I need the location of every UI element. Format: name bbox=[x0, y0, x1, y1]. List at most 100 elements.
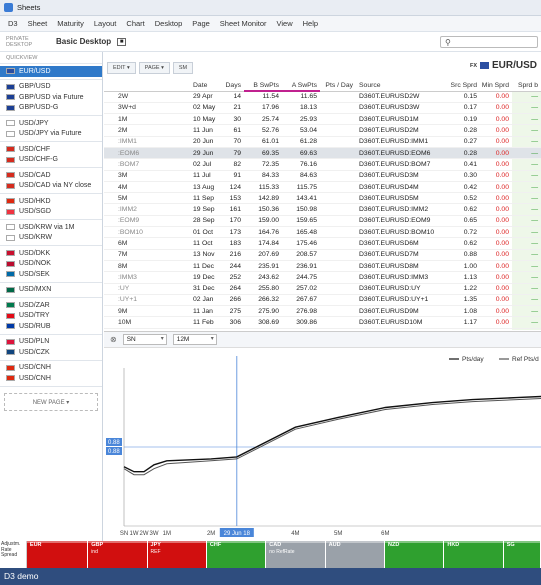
cell-bid-swap-points[interactable]: 159.00 bbox=[244, 215, 282, 228]
cell-points-per-day[interactable] bbox=[320, 203, 356, 216]
cell-ask-swap-points[interactable]: 69.63 bbox=[282, 147, 320, 160]
cell-tenor[interactable]: :UY bbox=[104, 283, 190, 295]
table-row[interactable]: 2W 29 Apr 14 11.54 11.65 D360T.EURUSD2W 0.15 0.… bbox=[104, 91, 541, 103]
cell-date[interactable]: 19 Sep bbox=[190, 203, 220, 216]
table-row[interactable]: :UY+1 02 Jan 266 266.32 267.67 D360T.EURUSD:U… bbox=[104, 294, 541, 307]
cell-ask-swap-points[interactable]: 244.75 bbox=[282, 271, 320, 284]
footer-cell-nzd[interactable]: NZD bbox=[384, 541, 445, 568]
sidebar-item-usd-jpy[interactable]: USD/JPY bbox=[0, 118, 102, 129]
cell-days[interactable]: 153 bbox=[220, 192, 244, 205]
cell-date[interactable]: 29 Jun bbox=[190, 147, 220, 160]
cell-min-spread[interactable]: 0.00 bbox=[480, 203, 512, 216]
cell-spread-b[interactable]: — bbox=[512, 102, 541, 115]
cell-spread-b[interactable]: — bbox=[512, 136, 541, 148]
cell-spread-b[interactable]: — bbox=[512, 180, 541, 194]
cell-min-spread[interactable]: 0.00 bbox=[480, 226, 512, 239]
cell-ask-swap-points[interactable]: 338.93 bbox=[282, 328, 320, 330]
cell-source-spread[interactable]: 0.42 bbox=[444, 180, 480, 194]
cell-source-spread[interactable]: 0.72 bbox=[444, 226, 480, 239]
table-row[interactable]: :IMM2 19 Sep 161 150.36 150.98 D360T.EURUSD:I… bbox=[104, 203, 541, 216]
cell-points-per-day[interactable] bbox=[320, 102, 356, 115]
cell-bid-swap-points[interactable]: 61.01 bbox=[244, 136, 282, 148]
cell-days[interactable]: 124 bbox=[220, 180, 244, 194]
cell-source-spread[interactable]: 1.08 bbox=[444, 305, 480, 318]
cell-ask-swap-points[interactable]: 150.98 bbox=[282, 203, 320, 216]
cell-date[interactable]: 11 Sep bbox=[190, 192, 220, 205]
cell-spread-b[interactable]: — bbox=[512, 124, 541, 137]
cell-source[interactable]: D360T.EURUSD6M bbox=[356, 237, 444, 250]
cell-min-spread[interactable]: 0.00 bbox=[480, 147, 512, 160]
sidebar-item-usd-pln[interactable]: USD/PLN bbox=[0, 337, 102, 348]
desktop-name[interactable]: Basic Desktop bbox=[56, 37, 111, 46]
cell-points-per-day[interactable] bbox=[320, 283, 356, 295]
column-header-pts-day[interactable]: Pts / Day bbox=[320, 80, 356, 92]
cell-days[interactable]: 264 bbox=[220, 283, 244, 295]
sidebar-item-usd-nok[interactable]: USD/NOK bbox=[0, 259, 102, 270]
menu-item-maturity[interactable]: Maturity bbox=[52, 19, 89, 28]
cell-points-per-day[interactable] bbox=[320, 170, 356, 182]
cell-points-per-day[interactable] bbox=[320, 215, 356, 228]
cell-tenor[interactable]: 8M bbox=[104, 260, 190, 273]
menu-item-sheet[interactable]: Sheet bbox=[23, 19, 53, 28]
cell-tenor[interactable]: 6M bbox=[104, 237, 190, 250]
table-row[interactable]: :EOM6 29 Jun 79 69.35 69.63 D360T.EURUSD:EOM6… bbox=[104, 147, 541, 160]
cell-spread-b[interactable]: — bbox=[512, 113, 541, 126]
cell-min-spread[interactable]: 0.00 bbox=[480, 170, 512, 182]
cell-tenor[interactable]: 1M bbox=[104, 113, 190, 126]
cell-date[interactable]: 02 Jul bbox=[190, 158, 220, 171]
cell-date[interactable]: 13 Nov bbox=[190, 248, 220, 261]
cell-tenor[interactable]: 2W bbox=[104, 91, 190, 103]
cell-min-spread[interactable]: 0.00 bbox=[480, 248, 512, 261]
cell-source-spread[interactable]: 1.32 bbox=[444, 328, 480, 330]
cell-ask-swap-points[interactable]: 208.57 bbox=[282, 248, 320, 261]
cell-spread-b[interactable]: — bbox=[512, 248, 541, 261]
cell-source[interactable]: D360T.EURUSD8M bbox=[356, 260, 444, 273]
cell-tenor[interactable]: 4M bbox=[104, 180, 190, 194]
cell-date[interactable]: 02 May bbox=[190, 102, 220, 115]
cell-spread-b[interactable]: — bbox=[512, 294, 541, 307]
menu-item-layout[interactable]: Layout bbox=[89, 19, 122, 28]
new-page-button[interactable]: NEW PAGE ▾ bbox=[4, 392, 98, 411]
cell-spread-b[interactable]: — bbox=[512, 260, 541, 273]
menu-item-chart[interactable]: Chart bbox=[121, 19, 149, 28]
cell-bid-swap-points[interactable]: 11.54 bbox=[244, 91, 282, 103]
cell-bid-swap-points[interactable]: 150.36 bbox=[244, 203, 282, 216]
cell-bid-swap-points[interactable]: 308.69 bbox=[244, 316, 282, 329]
cell-days[interactable]: 173 bbox=[220, 226, 244, 239]
cell-ask-swap-points[interactable]: 115.75 bbox=[282, 180, 320, 194]
cell-source[interactable]: D360T.EURUSD:IMM3 bbox=[356, 271, 444, 284]
cell-ask-swap-points[interactable]: 175.46 bbox=[282, 237, 320, 250]
sidebar-item-usd-sgd[interactable]: USD/SGD bbox=[0, 207, 102, 218]
cell-ask-swap-points[interactable]: 309.86 bbox=[282, 316, 320, 329]
cell-days[interactable]: 306 bbox=[220, 316, 244, 329]
table-row[interactable]: :IMM1 20 Jun 70 61.01 61.28 D360T.EURUSD:IMM1… bbox=[104, 136, 541, 148]
table-row[interactable]: 9M 11 Jan 275 275.90 276.98 D360T.EURUSD9M 1.0… bbox=[104, 305, 541, 318]
cell-date[interactable]: 20 Jun bbox=[190, 136, 220, 148]
cell-source-spread[interactable]: 0.19 bbox=[444, 113, 480, 126]
cell-source[interactable]: D360T.EURUSD7M bbox=[356, 248, 444, 261]
cell-min-spread[interactable]: 0.00 bbox=[480, 102, 512, 115]
cell-date[interactable]: 11 Dec bbox=[190, 260, 220, 273]
cell-source-spread[interactable]: 0.41 bbox=[444, 158, 480, 171]
cell-tenor[interactable]: 10M bbox=[104, 316, 190, 329]
cell-tenor[interactable]: 11M bbox=[104, 328, 190, 330]
cell-tenor[interactable]: :IMM2 bbox=[104, 203, 190, 216]
footer-cell-sg[interactable]: SG bbox=[503, 541, 541, 568]
cell-source[interactable]: D360T.EURUSD:BOM10 bbox=[356, 226, 444, 239]
cell-days[interactable]: 14 bbox=[220, 91, 244, 103]
table-row[interactable]: :BOM10 01 Oct 173 164.76 165.48 D360T.EURUSD:… bbox=[104, 226, 541, 239]
sidebar-item-usd-rub[interactable]: USD/RUB bbox=[0, 321, 102, 332]
sidebar-item-usd-dkk[interactable]: USD/DKK bbox=[0, 248, 102, 259]
sidebar-item-gbp-usd-via-future[interactable]: GBP/USD via Future bbox=[0, 92, 102, 103]
cell-tenor[interactable]: :EOM6 bbox=[104, 147, 190, 160]
cell-date[interactable]: 02 Jan bbox=[190, 294, 220, 307]
footer-cell-chf[interactable]: CHF bbox=[206, 541, 267, 568]
table-row[interactable]: 11M11 Mar334337.61338.93 D360T.EURUSD11M1… bbox=[104, 328, 541, 330]
cell-points-per-day[interactable] bbox=[320, 237, 356, 250]
cell-tenor[interactable]: :EOM9 bbox=[104, 215, 190, 228]
cell-min-spread[interactable]: 0.00 bbox=[480, 91, 512, 103]
cell-spread-b[interactable]: — bbox=[512, 283, 541, 295]
cell-source-spread[interactable]: 0.15 bbox=[444, 91, 480, 103]
cell-date[interactable]: 01 Oct bbox=[190, 226, 220, 239]
cell-points-per-day[interactable] bbox=[320, 147, 356, 160]
